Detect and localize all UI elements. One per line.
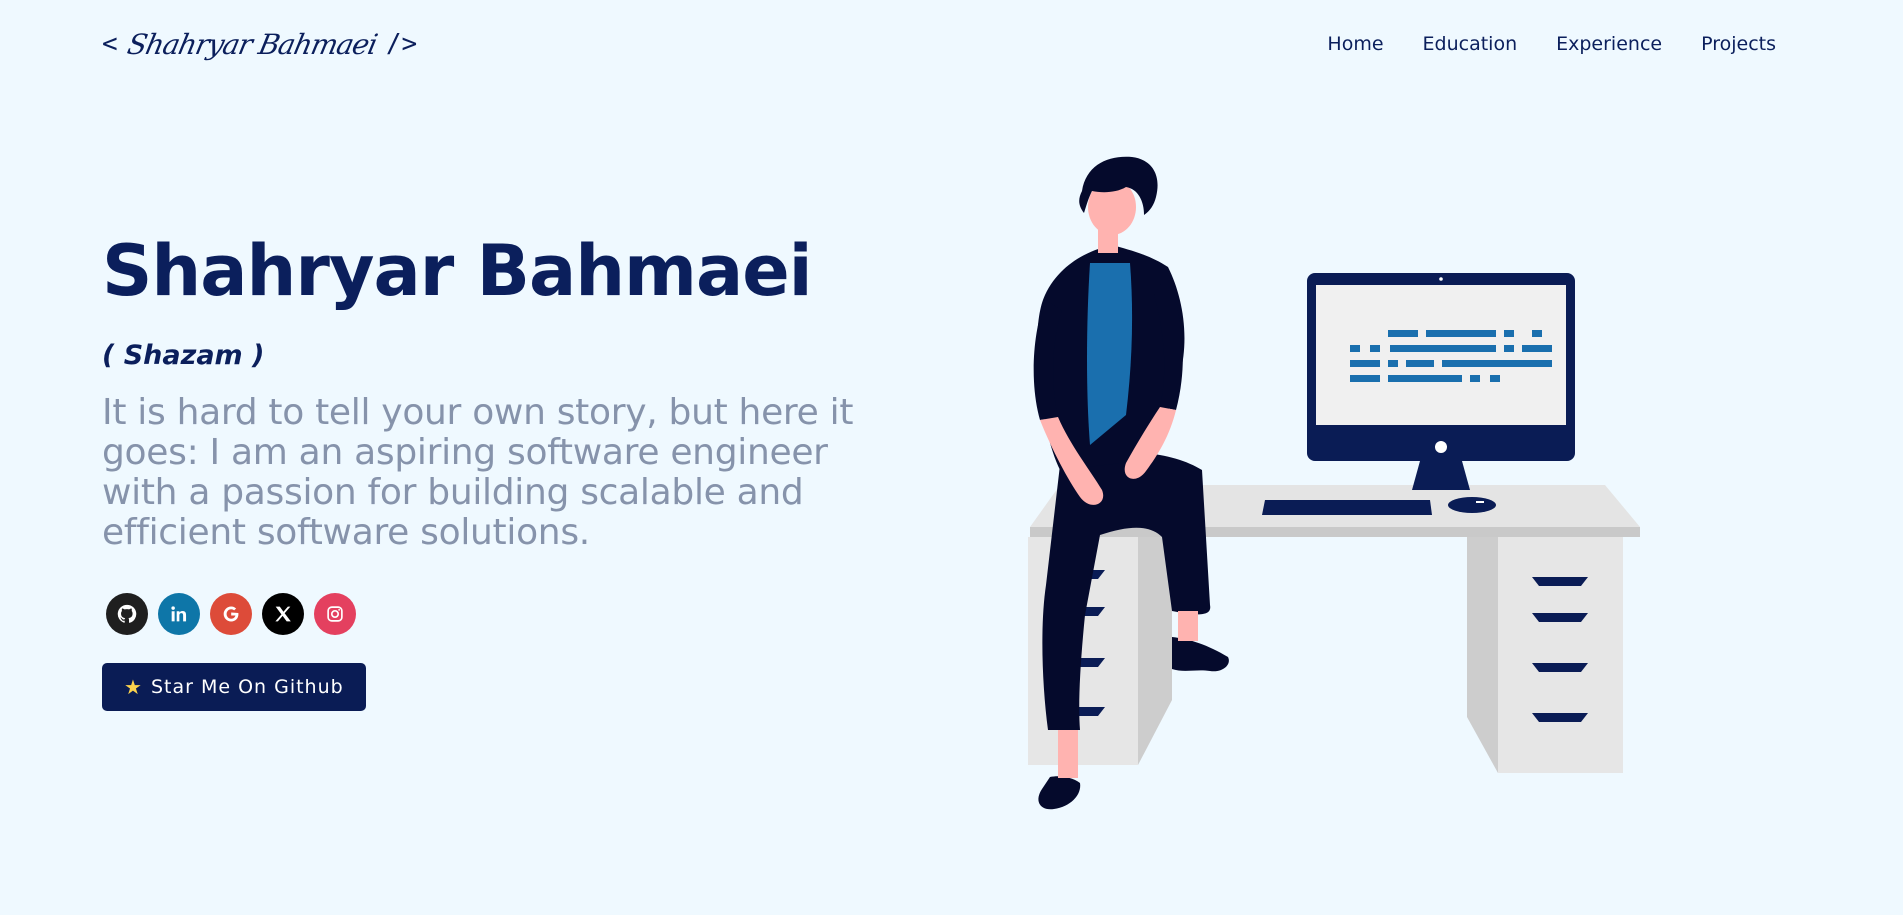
logo-signature: Shahryar Bahmaei [124, 27, 380, 61]
hero-name: Shahryar Bahmaei [102, 230, 813, 312]
logo[interactable]: < Shahryar Bahmaei /> [102, 18, 417, 70]
desk-right-drawers [1498, 537, 1623, 773]
instagram-link[interactable] [314, 593, 356, 635]
linkedin-link[interactable] [158, 593, 200, 635]
star-button-label: Star Me On Github [150, 676, 344, 698]
star-on-github-button[interactable]: ★ Star Me On Github [102, 663, 366, 711]
github-link[interactable] [106, 593, 148, 635]
mouse [1448, 497, 1496, 513]
person-shoe-right [1172, 637, 1229, 672]
hero-nickname: ( Shazam ) [102, 340, 265, 371]
logo-open-bracket: < [102, 29, 118, 59]
x-link[interactable] [262, 593, 304, 635]
developer-at-desk-illustration [1028, 156, 1640, 810]
main-nav: Home Education Experience Projects [1327, 33, 1776, 55]
github-icon [117, 604, 137, 623]
hero-section: Shahryar Bahmaei ( Shazam ) It is hard t… [102, 228, 902, 711]
x-icon [275, 606, 291, 622]
desk-right-drawers-side [1467, 537, 1498, 773]
nav-experience-link[interactable]: Experience [1556, 33, 1662, 55]
nav-home-link[interactable]: Home [1327, 33, 1383, 55]
monitor-stand [1412, 461, 1470, 490]
person-shoe-left [1038, 776, 1081, 810]
nav-education-link[interactable]: Education [1423, 33, 1518, 55]
hero-tagline: It is hard to tell your own story, but h… [102, 392, 854, 553]
nav-projects-link[interactable]: Projects [1701, 33, 1776, 55]
google-icon [223, 606, 239, 622]
star-icon: ★ [124, 675, 143, 699]
google-link[interactable] [210, 593, 252, 635]
social-links [102, 593, 902, 635]
keyboard [1262, 500, 1432, 515]
instagram-icon [327, 606, 343, 622]
linkedin-icon [171, 606, 187, 622]
monitor-screen [1316, 285, 1566, 425]
logo-close-bracket: /> [385, 29, 418, 59]
